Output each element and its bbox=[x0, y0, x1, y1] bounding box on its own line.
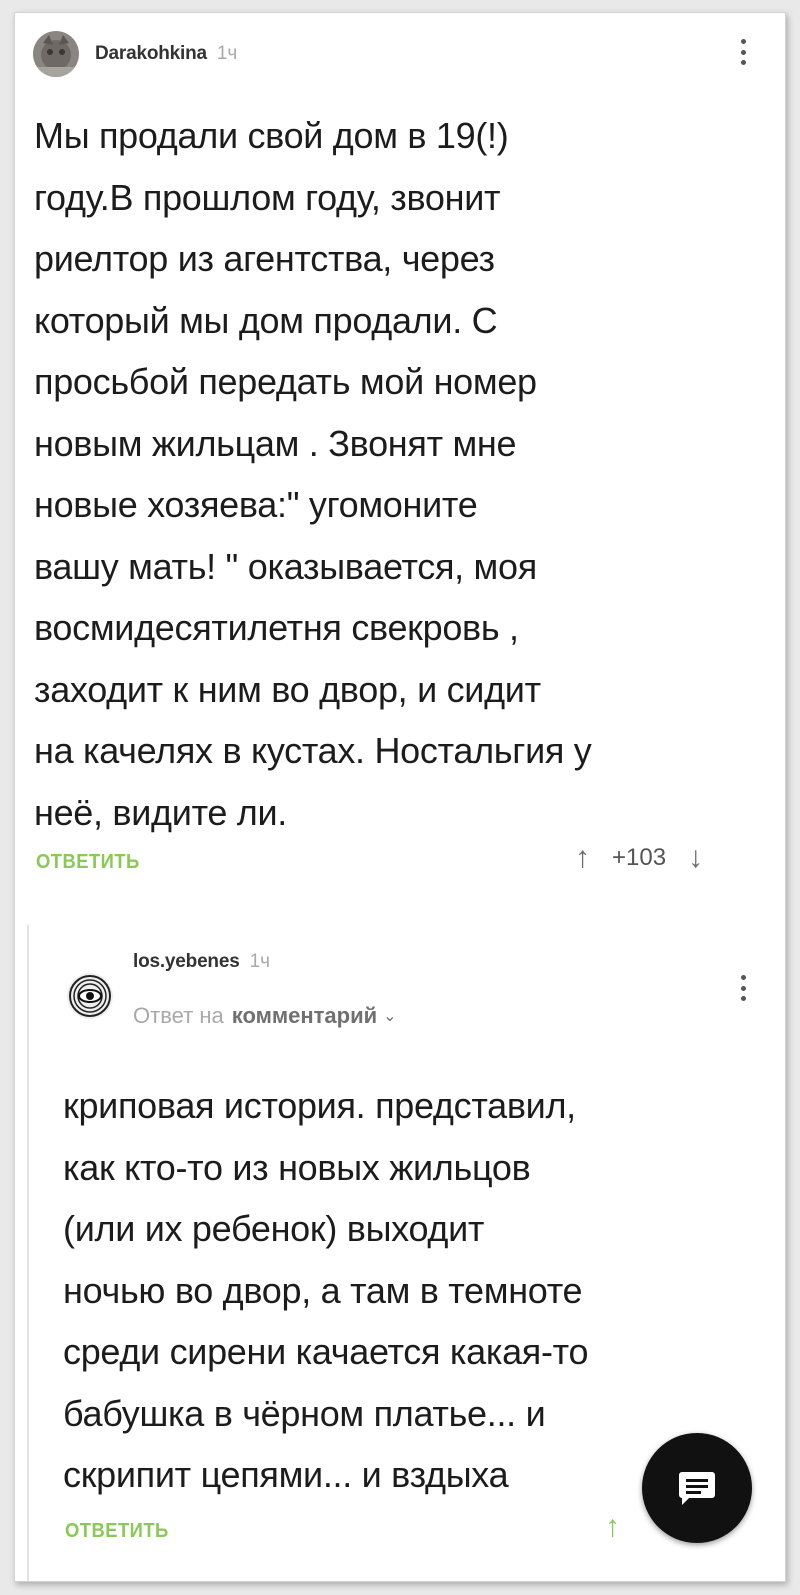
comment-text: Мы продали свой дом в 19(!) году.В прошл… bbox=[34, 105, 592, 843]
vote-controls: ↑ +103 ↓ bbox=[575, 841, 703, 875]
reply-button[interactable]: ОТВЕТИТЬ bbox=[36, 851, 140, 874]
reply-line: среди сирени качается какая-то bbox=[63, 1331, 589, 1372]
arrow-up-icon[interactable]: ↑ bbox=[575, 841, 590, 875]
reply-to-prefix: Ответ на bbox=[133, 1003, 224, 1028]
comment-line: неё, видите ли. bbox=[34, 791, 288, 833]
reply-header: los.yebenes 1ч bbox=[133, 951, 270, 973]
comment-line: заходит к ним во двор, и сидит bbox=[34, 668, 541, 710]
reply-line: бабушка в чёрном платье... и bbox=[63, 1392, 546, 1434]
thread-line bbox=[27, 925, 29, 1581]
comment-line: новым жильцам . Звонят мне bbox=[34, 422, 517, 464]
reply-line: криповая история. представил, bbox=[63, 1085, 576, 1126]
arrow-up-icon[interactable]: ↑ bbox=[605, 1510, 620, 1544]
comment-line: Мы продали свой дом в 19(!) bbox=[34, 115, 509, 156]
comment-line: просьбой передать мой номер bbox=[34, 361, 537, 402]
reply-reply-button[interactable]: ОТВЕТИТЬ bbox=[65, 1520, 169, 1543]
reply-to-link[interactable]: комментарий bbox=[232, 1003, 377, 1029]
reply-text: криповая история. представил, как кто-то… bbox=[63, 1075, 588, 1506]
score: +103 bbox=[612, 844, 667, 871]
reply-more-vertical-icon[interactable] bbox=[733, 971, 753, 1005]
comment-line: году.В прошлом году, звонит bbox=[34, 176, 501, 218]
chevron-down-icon[interactable]: ⌄ bbox=[383, 1006, 396, 1026]
avatar[interactable] bbox=[33, 31, 79, 77]
comment-line: вашу мать! " оказывается, моя bbox=[34, 545, 537, 587]
chat-icon bbox=[679, 1472, 715, 1505]
comment-line: новые хозяева:" угомоните bbox=[34, 484, 478, 525]
reply-line: скрипит цепями... и вздыха bbox=[63, 1454, 509, 1495]
comment-time: 1ч bbox=[216, 43, 238, 64]
reply-line: как кто-то из новых жильцов bbox=[63, 1146, 531, 1188]
reply-line: ночью во двор, а там в темноте bbox=[63, 1269, 583, 1311]
comment-line: восмидесятилетня свекровь , bbox=[34, 607, 519, 648]
reply-line: (или их ребенок) выходит bbox=[63, 1208, 485, 1249]
comment-line: на качелях в кустах. Ностальгия у bbox=[34, 730, 592, 771]
reply-time: 1ч bbox=[249, 951, 271, 972]
arrow-down-icon[interactable]: ↓ bbox=[688, 841, 703, 875]
chat-button[interactable] bbox=[642, 1433, 752, 1543]
reply-to: Ответ на комментарий ⌄ bbox=[133, 1003, 397, 1029]
comment-header: Darakohkina 1ч bbox=[33, 31, 237, 77]
reply-avatar[interactable] bbox=[67, 973, 113, 1019]
comment-line: который мы дом продали. С bbox=[34, 299, 498, 341]
reply-author[interactable]: los.yebenes bbox=[133, 951, 240, 973]
comment-author[interactable]: Darakohkina bbox=[95, 43, 207, 65]
reply-vote-controls: ↑ bbox=[605, 1510, 620, 1544]
comment-line: риелтор из агентства, через bbox=[34, 238, 495, 279]
more-vertical-icon[interactable] bbox=[733, 35, 753, 69]
comment-screen: Darakohkina 1ч Мы продали свой дом в 19(… bbox=[14, 12, 786, 1582]
